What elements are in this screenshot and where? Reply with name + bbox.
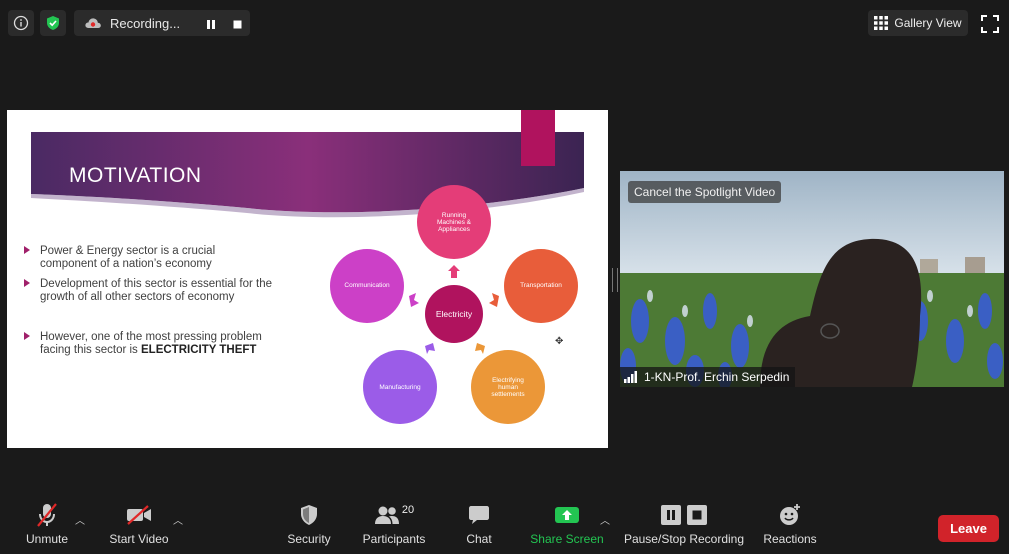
pause-icon bbox=[207, 20, 215, 29]
share-screen-icon bbox=[555, 507, 579, 523]
unmute-button[interactable]: Unmute bbox=[18, 498, 76, 554]
meeting-top-bar: Recording... Gallery View bbox=[0, 0, 1009, 46]
encryption-button[interactable] bbox=[40, 10, 66, 36]
spotlight-video: Cancel the Spotlight Video 1-KN-Prof. Er… bbox=[620, 171, 1004, 387]
chat-bubble-icon bbox=[469, 506, 489, 524]
add-reaction-icon bbox=[780, 504, 800, 525]
fullscreen-button[interactable] bbox=[981, 15, 999, 33]
participants-icon bbox=[374, 506, 399, 524]
reactions-label: Reactions bbox=[763, 532, 817, 546]
move-cursor-icon: ✥ bbox=[555, 336, 564, 347]
recording-indicator: Recording... bbox=[74, 10, 250, 36]
video-camera-off-icon bbox=[127, 505, 151, 525]
audio-options-caret-icon[interactable]: ︿ bbox=[75, 512, 85, 527]
signal-strength-icon bbox=[624, 371, 637, 383]
participant-count: 20 bbox=[401, 504, 415, 516]
info-icon bbox=[13, 15, 29, 31]
stop-icon bbox=[233, 20, 242, 29]
pause-stop-recording-button[interactable]: Pause/Stop Recording bbox=[622, 498, 746, 554]
chat-button[interactable]: Chat bbox=[462, 498, 496, 554]
cloud-recording-icon bbox=[85, 18, 101, 28]
stop-recording-button[interactable] bbox=[232, 17, 243, 35]
arrow-left-icon bbox=[409, 293, 419, 307]
arrow-top-icon bbox=[448, 265, 460, 278]
unmute-label: Unmute bbox=[25, 532, 69, 546]
pause-stop-recording-label: Pause/Stop Recording bbox=[623, 532, 745, 546]
node-label-center: Electricity bbox=[435, 309, 473, 319]
start-video-button[interactable]: Start Video bbox=[106, 498, 172, 554]
shield-check-icon bbox=[47, 16, 59, 30]
cancel-spotlight-button[interactable]: Cancel the Spotlight Video bbox=[628, 181, 782, 203]
video-frame-image bbox=[620, 171, 1004, 387]
pause-recording-button[interactable] bbox=[206, 17, 216, 35]
fullscreen-icon bbox=[981, 15, 999, 33]
node-label-left: Communication bbox=[344, 282, 390, 289]
arrow-bottom-left-icon bbox=[425, 343, 435, 354]
participant-name: 1-KN-Prof. Erchin Serpedin bbox=[644, 370, 790, 384]
grid-icon bbox=[874, 16, 889, 30]
reactions-button[interactable]: Reactions bbox=[760, 498, 820, 554]
video-options-caret-icon[interactable]: ︿ bbox=[173, 512, 183, 527]
security-shield-icon bbox=[301, 505, 317, 525]
node-label-bottom-left: Manufacturing bbox=[379, 384, 421, 391]
meeting-controls: Unmute ︿ Start Video ︿ Security 20 Parti… bbox=[0, 498, 1009, 554]
arrow-bottom-right-icon bbox=[475, 343, 485, 354]
shared-slide: MOTIVATION Power & Energy sector is a cr… bbox=[7, 110, 608, 448]
gallery-view-button[interactable]: Gallery View bbox=[868, 10, 968, 36]
stop-recording-icon bbox=[687, 505, 707, 525]
node-label-bottom-right: Electrifying human settlements bbox=[491, 377, 525, 398]
resize-handle[interactable] bbox=[612, 268, 618, 292]
participant-name-tag: 1-KN-Prof. Erchin Serpedin bbox=[620, 367, 796, 387]
node-label-right: Transportation bbox=[520, 282, 562, 289]
microphone-muted-icon bbox=[37, 503, 57, 527]
chat-label: Chat bbox=[466, 532, 492, 546]
start-video-label: Start Video bbox=[109, 532, 169, 546]
share-screen-button[interactable]: Share Screen bbox=[529, 498, 605, 554]
leave-button[interactable]: Leave bbox=[938, 515, 999, 542]
meeting-info-button[interactable] bbox=[8, 10, 34, 36]
security-button[interactable]: Security bbox=[284, 498, 334, 554]
participants-button[interactable]: 20 Participants bbox=[360, 498, 428, 554]
recording-label: Recording... bbox=[110, 15, 181, 31]
arrow-right-icon bbox=[489, 293, 499, 307]
pause-recording-icon bbox=[661, 505, 681, 525]
node-label-top: Running Machines & Appliances bbox=[437, 212, 471, 233]
security-label: Security bbox=[287, 532, 331, 546]
participants-label: Participants bbox=[362, 532, 426, 546]
gallery-view-label: Gallery View bbox=[894, 16, 962, 30]
share-screen-label: Share Screen bbox=[530, 532, 604, 546]
share-options-caret-icon[interactable]: ︿ bbox=[600, 512, 610, 527]
